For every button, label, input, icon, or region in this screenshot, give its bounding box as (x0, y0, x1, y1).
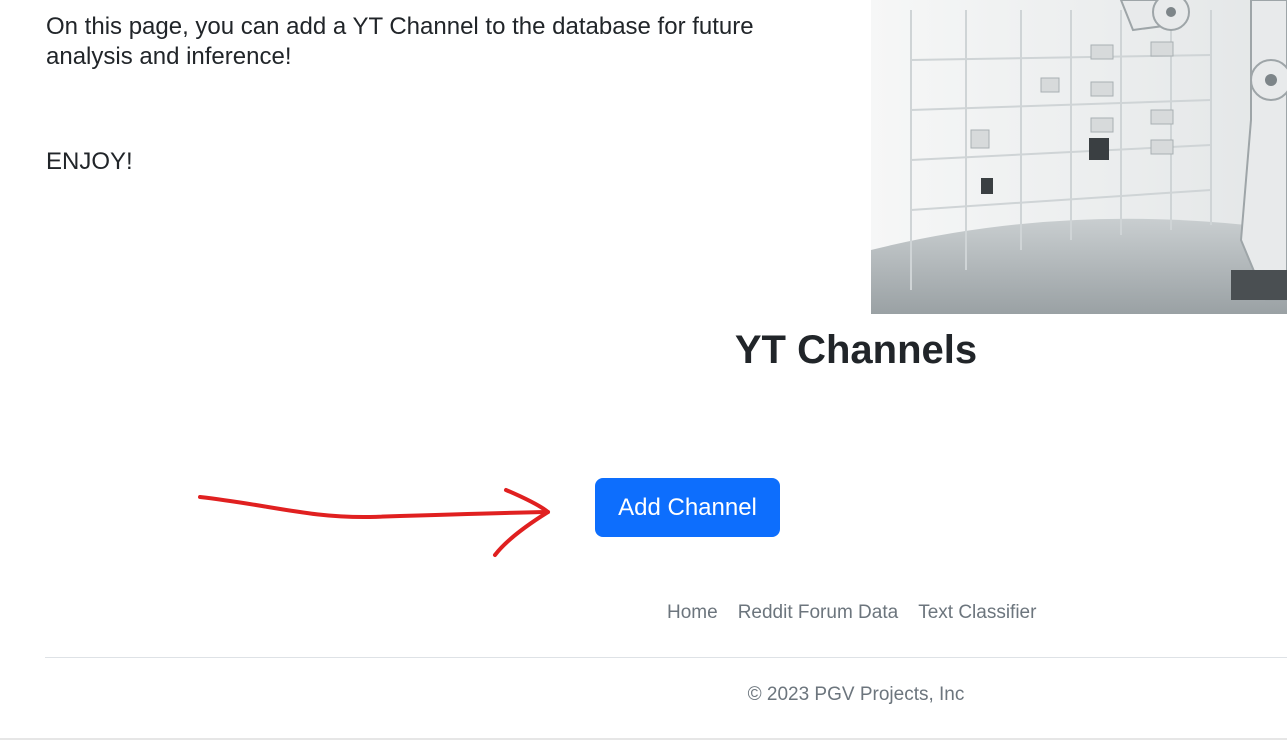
copyright-wrap: © 2023 PGV Projects, Inc (0, 0, 1287, 738)
copyright-text: © 2023 PGV Projects, Inc (747, 684, 965, 705)
page: On this page, you can add a YT Channel t… (0, 0, 1287, 740)
